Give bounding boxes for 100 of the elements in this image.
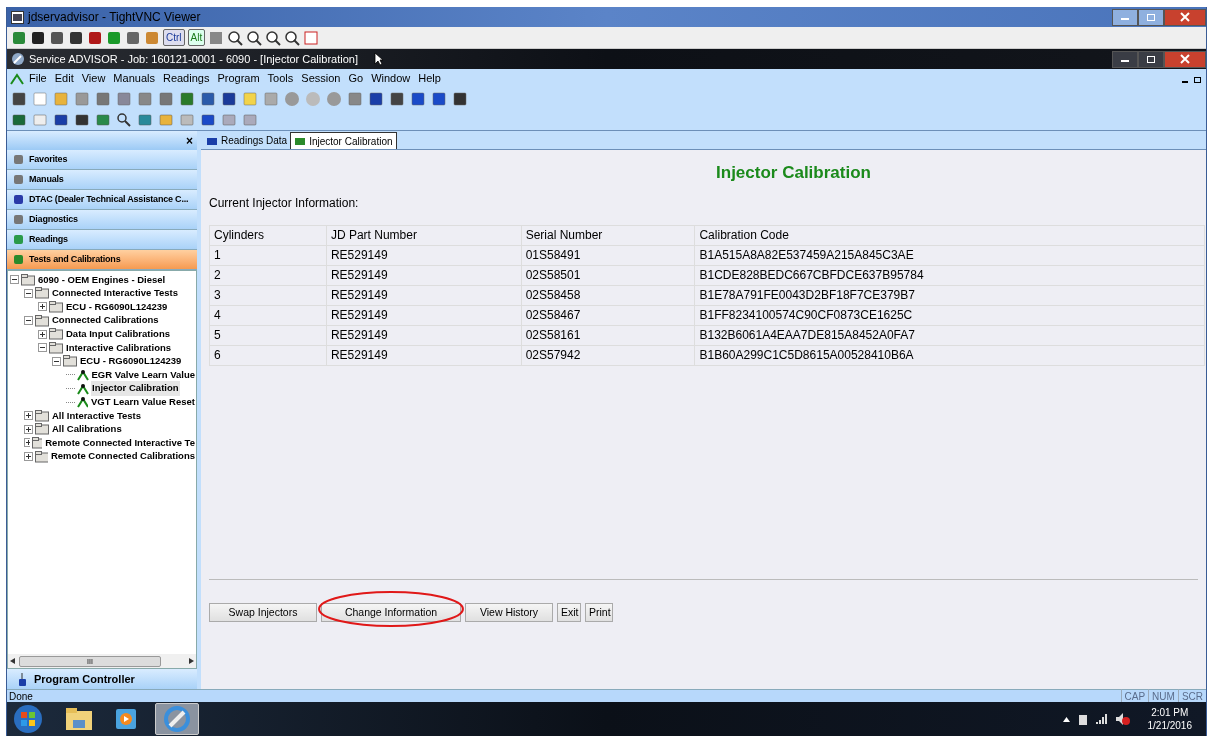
collapse-icon[interactable] (38, 343, 47, 353)
menu-item[interactable]: Window (367, 70, 415, 87)
tray-expand-icon[interactable] (1062, 716, 1070, 722)
menu-item[interactable]: Session (297, 70, 345, 87)
tree-item[interactable]: All Interactive Tests (51, 408, 143, 423)
table-cell: B1FF8234100574C90CF0873CE1625C (694, 305, 1205, 325)
table-cell: 02S57942 (521, 345, 695, 365)
menu-item[interactable]: File (25, 70, 51, 87)
maximize-button[interactable] (1138, 8, 1164, 26)
sidebar-section[interactable]: Readings (7, 230, 197, 250)
expand-icon[interactable] (24, 424, 33, 434)
action-button[interactable]: Swap Injectors (209, 603, 317, 623)
tree-item[interactable]: All Calibrations (51, 422, 123, 437)
close-button[interactable]: × (186, 131, 193, 150)
table-cell: B1E78A791FE0043D2BF18F7CE379B7 (694, 285, 1205, 305)
maximize-button[interactable] (1138, 50, 1164, 68)
zoom-reset-icon[interactable] (265, 29, 282, 46)
expand-icon[interactable] (38, 329, 47, 339)
menu-item[interactable]: Go (344, 70, 368, 87)
window-icon (1146, 12, 1156, 22)
tree-item[interactable]: VGT Learn Value Reset (90, 395, 196, 410)
clock[interactable]: 2:01 PM 1/21/2016 (1147, 706, 1192, 732)
tree-item[interactable]: Remote Connected Interactive Te (44, 435, 196, 451)
zoom-fit-icon[interactable] (284, 29, 301, 46)
collapse-icon[interactable] (24, 316, 33, 326)
column-header: Cylinders (209, 225, 327, 245)
table-cell: 3 (209, 285, 327, 305)
status-text: Done (9, 689, 33, 704)
column-header: Calibration Code (694, 225, 1205, 245)
collapse-icon[interactable] (10, 275, 19, 285)
collapse-icon[interactable] (52, 356, 61, 366)
close-icon (1180, 54, 1190, 64)
sidebar-section[interactable]: Favorites (7, 150, 197, 170)
expand-icon[interactable] (24, 411, 33, 421)
expand-icon[interactable] (38, 302, 47, 312)
expand-icon[interactable] (24, 452, 33, 461)
table-cell: 02S58458 (521, 285, 695, 305)
menu-item[interactable]: Edit (50, 70, 78, 87)
sidebar-section[interactable]: Diagnostics (7, 210, 197, 230)
toggle-key[interactable]: Ctrl (163, 29, 185, 46)
app-taskbar-button[interactable] (155, 703, 199, 735)
table-cell: RE529149 (326, 285, 522, 305)
action-button[interactable]: Exit (557, 603, 581, 623)
menu-item[interactable]: View (77, 70, 110, 87)
tree-item[interactable]: EGR Valve Learn Value (90, 367, 196, 383)
start-button[interactable] (13, 704, 43, 734)
menu-item[interactable]: Tools (263, 70, 298, 87)
folder-icon (49, 328, 63, 341)
tab[interactable]: Injector Calibration (290, 132, 397, 149)
search-icon[interactable] (116, 112, 132, 128)
zoom-out-icon[interactable] (246, 29, 263, 46)
sidebar-section[interactable]: DTAC (Dealer Technical Assistance C... (7, 190, 197, 210)
page-title: Injector Calibration (715, 162, 872, 184)
close-button[interactable] (1164, 50, 1206, 68)
zoom-in-icon[interactable] (227, 29, 244, 46)
menu-item[interactable]: Manuals (109, 70, 159, 87)
tree-item[interactable]: Interactive Calibrations (65, 340, 173, 355)
sidebar-section[interactable]: Tests and Calibrations (7, 250, 197, 270)
tree-item[interactable]: Data Input Calibrations (65, 327, 171, 342)
toggle-key[interactable]: Alt (187, 29, 206, 46)
action-button[interactable]: View History (465, 603, 553, 623)
close-button[interactable] (1164, 8, 1206, 26)
vnc-app-icon (11, 10, 24, 24)
scroll-left-icon[interactable] (10, 658, 15, 664)
folder-icon (32, 436, 43, 449)
column-header: JD Part Number (326, 225, 522, 245)
tree-item[interactable]: ECU - RG6090L124239 (79, 354, 183, 369)
table-cell: 02S58161 (521, 325, 695, 345)
table-cell: RE529149 (326, 265, 522, 285)
media-player-icon[interactable] (115, 708, 137, 730)
close-icon (1180, 12, 1190, 22)
scroll-right-icon[interactable] (189, 658, 194, 664)
menu-item[interactable]: Readings (158, 70, 214, 87)
tree-item[interactable]: 6090 - OEM Engines - Diesel (37, 272, 167, 287)
menu-item[interactable]: Program (213, 70, 264, 87)
muted-speaker-icon[interactable] (1115, 713, 1130, 725)
action-button[interactable]: Print (585, 603, 613, 623)
table-cell: 02S58467 (521, 305, 695, 325)
program-controller-bar[interactable]: Program Controller (7, 669, 197, 689)
table-cell: B1CDE828BEDC667CBFDCE637B95784 (694, 265, 1205, 285)
minimize-button[interactable] (1112, 8, 1138, 26)
signal-icon[interactable] (1095, 714, 1108, 724)
minimize-button[interactable] (1112, 50, 1138, 68)
tree-item[interactable]: Connected Calibrations (51, 313, 160, 328)
folder-icon (34, 450, 48, 463)
folder-taskbar-icon[interactable] (65, 707, 93, 731)
action-button[interactable]: Change Information (321, 603, 461, 623)
collapse-icon[interactable] (24, 288, 33, 298)
section-label: Current Injector Information: (209, 194, 360, 212)
tree-item[interactable]: ECU - RG6090L124239 (65, 299, 169, 315)
tree-item[interactable]: Remote Connected Calibrations (49, 449, 196, 464)
table-cell: RE529149 (326, 245, 522, 265)
window-title: jdservadvisor - TightVNC Viewer (28, 9, 201, 26)
sidebar-section[interactable]: Manuals (7, 170, 197, 190)
folder-icon (21, 273, 35, 286)
tree-item[interactable]: Injector Calibration (91, 381, 180, 396)
tree-item[interactable]: Connected Interactive Tests (51, 286, 179, 301)
menu-item[interactable]: Help (414, 70, 445, 87)
table-cell: 5 (209, 325, 327, 345)
table-cell: 01S58491 (521, 245, 695, 265)
